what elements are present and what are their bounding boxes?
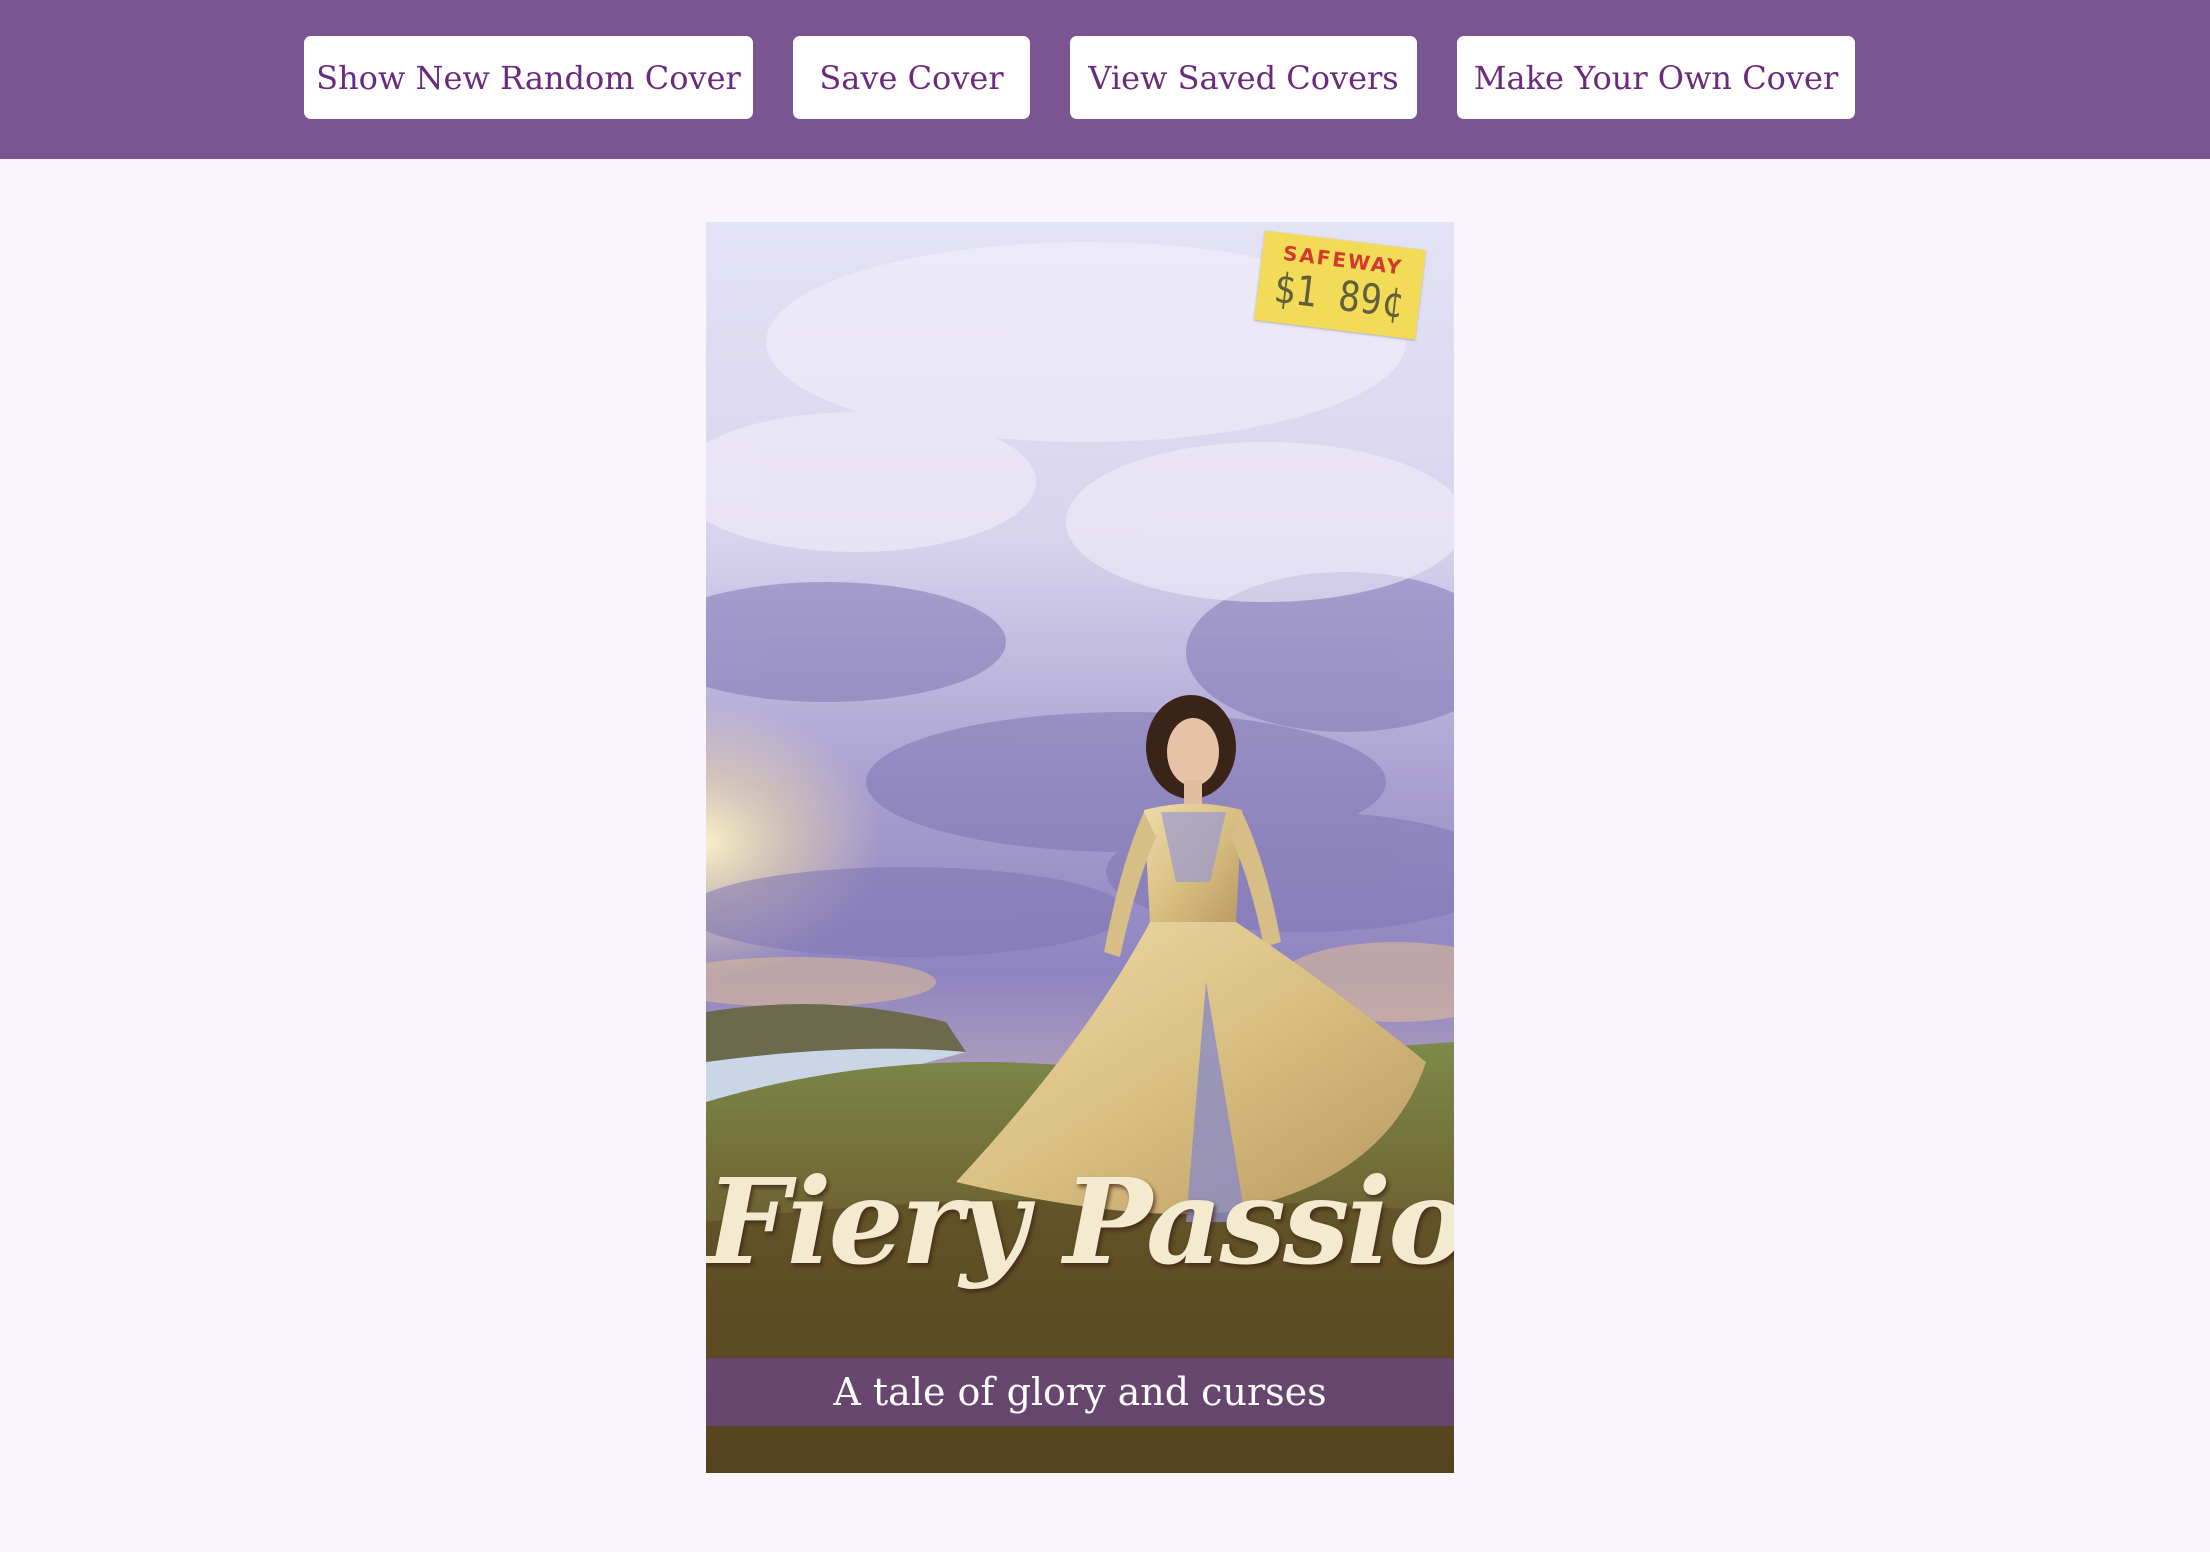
cover-tagline: A tale of glory and curses [833,1370,1327,1414]
save-cover-button[interactable]: Save Cover [793,36,1030,119]
tagline-band: A tale of glory and curses [706,1358,1454,1426]
top-nav-bar: Show New Random Cover Save Cover View Sa… [0,0,2210,159]
view-saved-covers-button[interactable]: View Saved Covers [1070,36,1417,119]
cover-title: Fiery Passion [706,1152,1454,1291]
make-your-own-cover-button[interactable]: Make Your Own Cover [1457,36,1855,119]
show-new-random-cover-button[interactable]: Show New Random Cover [304,36,753,119]
book-cover: SAFEWAY $1 89¢ Fiery Passion A tale of g… [706,222,1454,1473]
